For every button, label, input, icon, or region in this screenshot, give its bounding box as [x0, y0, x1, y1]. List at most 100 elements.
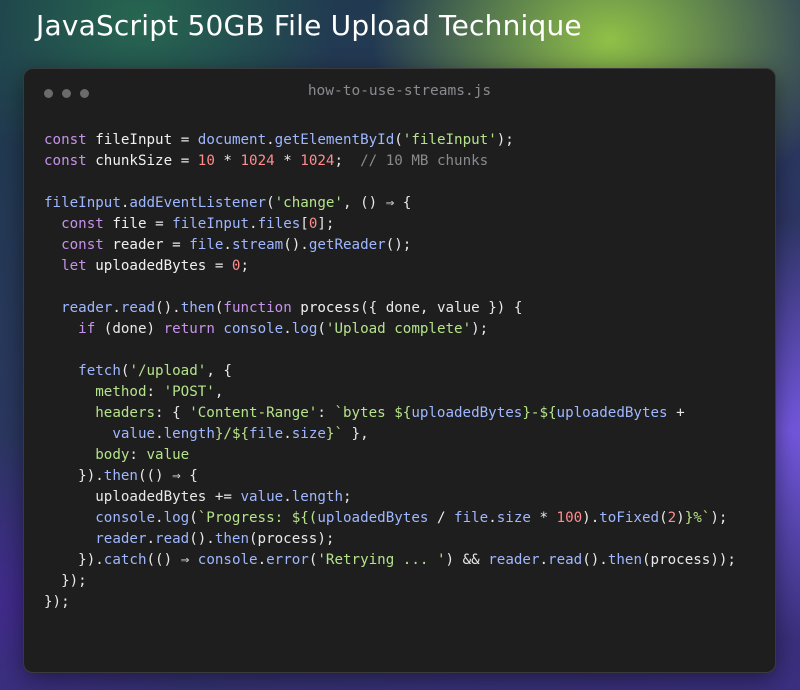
code-token: '/upload' — [129, 363, 207, 379]
code-token: . — [539, 552, 549, 568]
code-token: fileInput — [86, 132, 181, 148]
code-line: const chunkSize = 10 * 1024 * 1024; // 1… — [44, 151, 736, 172]
code-token: / — [428, 510, 455, 526]
code-token: // 10 MB chunks — [343, 153, 489, 169]
code-line: uploadedBytes += value.length; — [44, 487, 736, 508]
code-line: }); — [44, 571, 736, 592]
code-token: read — [548, 552, 583, 568]
code-token: ) && — [445, 552, 489, 568]
code-line: fetch('/upload', { — [44, 361, 736, 382]
code-token: 1024 — [300, 153, 335, 169]
code-token: (done) — [95, 321, 164, 337]
code-token: (). — [283, 237, 309, 253]
code-token: (process); — [249, 531, 335, 547]
code-line: body: value — [44, 445, 736, 466]
code-line: const fileInput = document.getElementByI… — [44, 130, 736, 151]
code-line: console.log(`Progress: ${(uploadedBytes … — [44, 508, 736, 529]
code-token: += — [214, 489, 232, 505]
code-token: . — [283, 489, 292, 505]
code-token: const — [44, 132, 87, 148]
code-token: file — [103, 216, 156, 232]
code-token: uploadedBytes — [556, 405, 668, 421]
code-line: }).catch(() ⇒ console.error('Retrying ..… — [44, 550, 736, 571]
code-token: process — [291, 300, 361, 316]
code-token: { — [394, 195, 412, 211]
code-token: value — [112, 426, 156, 442]
code-token: 'fileInput' — [402, 132, 497, 148]
code-token: . — [155, 510, 164, 526]
code-token: 'Content-Range' — [189, 405, 318, 421]
code-token: 10 — [189, 153, 215, 169]
code-token: . — [283, 426, 292, 442]
code-token: length — [163, 426, 215, 442]
code-token: stream — [231, 237, 284, 253]
code-token: * — [214, 153, 241, 169]
code-token: file — [454, 510, 489, 526]
code-token: catch — [103, 552, 147, 568]
code-token: file — [249, 426, 284, 442]
code-token: method — [95, 384, 147, 400]
code-token: error — [266, 552, 309, 568]
code-token: fileInput — [44, 195, 121, 211]
code-token: , { — [206, 363, 232, 379]
code-token: = — [180, 153, 190, 169]
code-line: if (done) return console.log('Upload com… — [44, 319, 736, 340]
code-token: const — [61, 237, 104, 253]
code-token: }` — [325, 426, 344, 442]
code-token: const — [44, 153, 87, 169]
code-token: ); — [471, 321, 489, 337]
code-token: * — [274, 153, 301, 169]
code-token: }-${ — [522, 405, 557, 421]
code-token: ) — [676, 510, 685, 526]
code-token: ); — [710, 510, 728, 526]
code-token: uploadedBytes — [317, 510, 429, 526]
code-token: fileInput — [163, 216, 250, 232]
code-token: . — [249, 216, 258, 232]
code-token: ( — [659, 510, 668, 526]
code-token: file — [180, 237, 224, 253]
code-token: document — [189, 132, 267, 148]
code-line: reader.read().then(function process({ do… — [44, 298, 736, 319]
code-line: value.length}/${file.size}` }, — [44, 424, 736, 445]
code-token: ). — [582, 510, 600, 526]
code-token: . — [283, 321, 292, 337]
code-line: const reader = file.stream().getReader()… — [44, 235, 736, 256]
code-token: , () — [342, 195, 386, 211]
code-token: chunkSize — [86, 153, 181, 169]
code-line: let uploadedBytes = 0; — [44, 256, 736, 277]
code-token: console — [189, 552, 258, 568]
code-token: length — [291, 489, 343, 505]
code-token: = — [180, 132, 190, 148]
code-token: : — [317, 405, 335, 421]
code-token: reader — [103, 237, 173, 253]
code-token: (() — [146, 552, 181, 568]
code-token: getReader — [308, 237, 386, 253]
code-token: reader — [488, 552, 540, 568]
code-token: }); — [44, 573, 87, 589]
code-token: }/${ — [214, 426, 250, 442]
code-token: 'change' — [274, 195, 343, 211]
code-token: uploadedBytes — [86, 258, 215, 274]
window-filename: how-to-use-streams.js — [307, 83, 492, 99]
code-token: 'Upload complete' — [325, 321, 472, 337]
code-token: return — [163, 321, 215, 337]
code-token: reader — [95, 531, 147, 547]
code-token: 'Retrying ... ' — [317, 552, 446, 568]
code-token: ( — [317, 321, 326, 337]
code-token: fetch — [78, 363, 121, 379]
code-token: . — [266, 132, 275, 148]
code-token: = — [172, 237, 181, 253]
code-token: . — [488, 510, 497, 526]
code-token: . — [112, 300, 121, 316]
code-token: (). — [189, 531, 215, 547]
code-token: then — [103, 468, 138, 484]
